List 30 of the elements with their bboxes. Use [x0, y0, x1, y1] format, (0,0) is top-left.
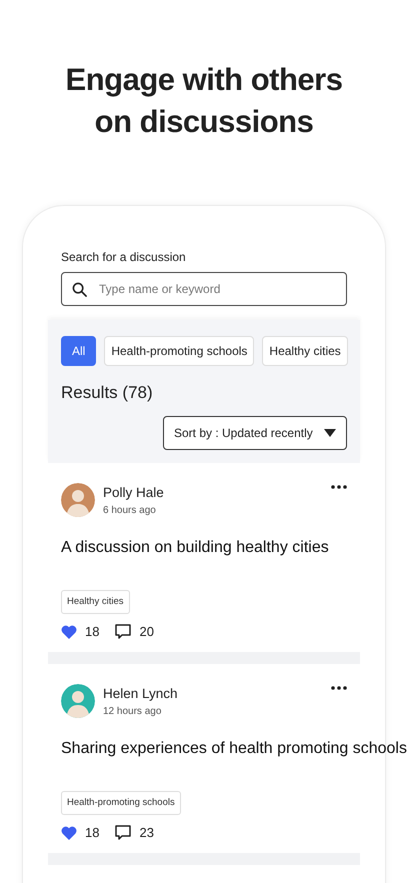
comment-count: 20 — [139, 623, 154, 641]
sort-dropdown[interactable]: Sort by : Updated recently — [163, 416, 347, 450]
comment-icon[interactable] — [115, 624, 132, 640]
author-name[interactable]: Polly Hale — [103, 482, 323, 503]
author-name[interactable]: Helen Lynch — [103, 684, 323, 704]
like-count: 18 — [85, 623, 100, 641]
post-time: 12 hours ago — [103, 704, 162, 719]
more-icon[interactable] — [331, 686, 347, 690]
search-label: Search for a discussion — [61, 249, 187, 266]
more-icon[interactable] — [331, 484, 347, 488]
topic-tag: Healthy cities — [61, 590, 130, 614]
headline: Engage with others on discussions — [64, 61, 344, 141]
avatar — [61, 684, 95, 718]
filter-chip[interactable]: Health-promoting schools — [104, 336, 254, 366]
post-time: 6 hours ago — [103, 504, 157, 518]
like-count: 18 — [85, 824, 100, 842]
results-heading: Results (78) — [61, 382, 154, 404]
search-icon — [72, 282, 87, 296]
heart-icon[interactable] — [61, 826, 77, 840]
topic-tag: Health-promoting schools — [61, 790, 181, 815]
post-title[interactable]: Sharing experiences of health promoting schools — [61, 736, 407, 761]
comment-icon[interactable] — [115, 824, 132, 841]
heart-icon[interactable] — [61, 624, 77, 639]
comment-count: 23 — [139, 824, 154, 842]
search-field[interactable]: Type name or keyword — [61, 272, 347, 306]
filter-chip[interactable]: All — [61, 336, 96, 366]
avatar — [61, 483, 95, 518]
caret-icon — [324, 428, 336, 436]
post-title[interactable]: A discussion on building healthy cities — [61, 536, 329, 560]
filter-chip[interactable]: Healthy cities — [262, 336, 348, 366]
